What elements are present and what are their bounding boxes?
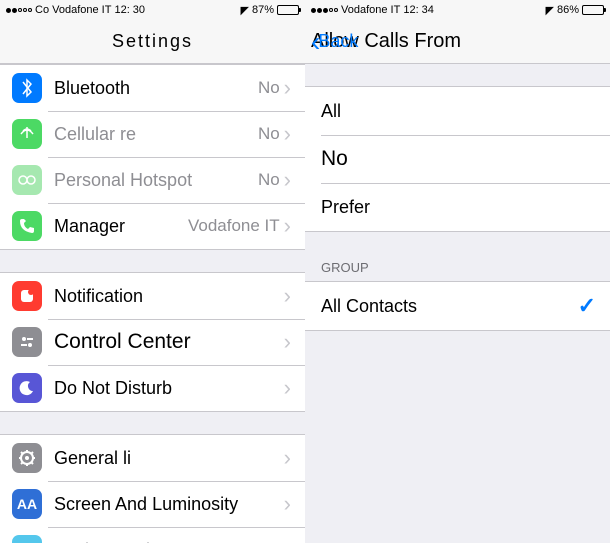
settings-header: Settings xyxy=(0,20,305,64)
chevron-right-icon: › xyxy=(284,539,291,543)
hotspot-row[interactable]: Personal Hotspot No › xyxy=(0,157,305,203)
row-value: Vodafone IT xyxy=(188,216,280,236)
carrier-row[interactable]: Manager Vodafone IT › xyxy=(0,203,305,249)
status-bar: Co Vodafone IT 12: 30 ◤ 87% xyxy=(0,0,305,20)
control-center-row[interactable]: Control Center › xyxy=(0,319,305,365)
row-label: Personal Hotspot xyxy=(54,170,258,191)
location-icon: ◤ xyxy=(241,4,249,17)
allow-calls-header: ‹ Back Allow Calls From xyxy=(305,20,610,64)
location-icon: ◤ xyxy=(546,4,554,17)
option-label: No xyxy=(321,147,596,171)
row-value: No xyxy=(258,124,280,144)
row-label: Control Center xyxy=(54,330,284,354)
chevron-right-icon: › xyxy=(284,215,291,237)
signal-icon xyxy=(311,8,338,13)
battery-percent: 87% xyxy=(252,4,274,16)
battery-icon xyxy=(277,5,299,15)
option-prefer[interactable]: Prefer xyxy=(305,183,610,231)
option-label: Prefer xyxy=(321,197,596,218)
chevron-right-icon: › xyxy=(284,447,291,469)
option-label: All xyxy=(321,101,596,122)
signal-icon xyxy=(6,8,32,13)
row-value: No xyxy=(258,170,280,190)
option-no[interactable]: No xyxy=(305,135,610,183)
option-all[interactable]: All xyxy=(305,87,610,135)
wallpaper-icon xyxy=(12,535,42,543)
page-title: Settings xyxy=(112,31,193,52)
status-time: 12: 34 xyxy=(403,4,434,16)
row-label: Cellular re xyxy=(54,124,258,145)
row-label: Manager xyxy=(54,216,188,237)
cellular-row[interactable]: Cellular re No › xyxy=(0,111,305,157)
general-row[interactable]: General li › xyxy=(0,435,305,481)
carrier-label: Vodafone IT xyxy=(341,4,400,16)
checkmark-icon: ✓ xyxy=(578,293,596,319)
row-label: Do Not Disturb xyxy=(54,378,284,399)
phone-icon xyxy=(12,211,42,241)
dnd-icon xyxy=(12,373,42,403)
display-icon: AA xyxy=(12,489,42,519)
notifications-icon xyxy=(12,281,42,311)
wallpaper-row[interactable]: Background › xyxy=(0,527,305,543)
status-bar: Vodafone IT 12: 34 ◤ 86% xyxy=(305,0,610,20)
hotspot-icon xyxy=(12,165,42,195)
cellular-icon xyxy=(12,119,42,149)
allow-calls-screen: Vodafone IT 12: 34 ◤ 86% ‹ Back Allow Ca… xyxy=(305,0,610,543)
general-section: General li › AA Screen And Luminosity › … xyxy=(0,434,305,543)
chevron-right-icon: › xyxy=(284,331,291,353)
row-label: Screen And Luminosity xyxy=(54,494,284,515)
group-label: All Contacts xyxy=(321,296,578,317)
chevron-right-icon: › xyxy=(284,123,291,145)
battery-percent: 86% xyxy=(557,4,579,16)
chevron-right-icon: › xyxy=(284,493,291,515)
chevron-right-icon: › xyxy=(284,169,291,191)
bluetooth-row[interactable]: Bluetooth No › xyxy=(0,65,305,111)
row-label: Notification xyxy=(54,286,284,307)
back-label: Back xyxy=(318,31,358,52)
settings-screen: Co Vodafone IT 12: 30 ◤ 87% Settings Blu… xyxy=(0,0,305,543)
group-all-contacts[interactable]: All Contacts ✓ xyxy=(305,282,610,330)
bluetooth-icon xyxy=(12,73,42,103)
notifications-row[interactable]: Notification › xyxy=(0,273,305,319)
chevron-right-icon: › xyxy=(284,377,291,399)
chevron-right-icon: › xyxy=(284,77,291,99)
carrier-label: Co Vodafone IT xyxy=(35,4,111,16)
general-icon xyxy=(12,443,42,473)
control-center-icon xyxy=(12,327,42,357)
alerts-section: Notification › Control Center › Do Not D… xyxy=(0,272,305,412)
row-label: General li xyxy=(54,448,284,469)
status-time: 12: 30 xyxy=(114,4,145,16)
row-label: Background xyxy=(54,540,284,543)
display-row[interactable]: AA Screen And Luminosity › xyxy=(0,481,305,527)
options-section: All No Prefer xyxy=(305,86,610,232)
connectivity-section: Bluetooth No › Cellular re No › Personal… xyxy=(0,64,305,250)
group-section: All Contacts ✓ xyxy=(305,281,610,331)
back-button[interactable]: ‹ Back xyxy=(311,28,358,56)
row-value: No xyxy=(258,78,280,98)
dnd-row[interactable]: Do Not Disturb › xyxy=(0,365,305,411)
battery-icon xyxy=(582,5,604,15)
chevron-right-icon: › xyxy=(284,285,291,307)
row-label: Bluetooth xyxy=(54,78,258,99)
group-header: GROUP xyxy=(305,232,610,281)
